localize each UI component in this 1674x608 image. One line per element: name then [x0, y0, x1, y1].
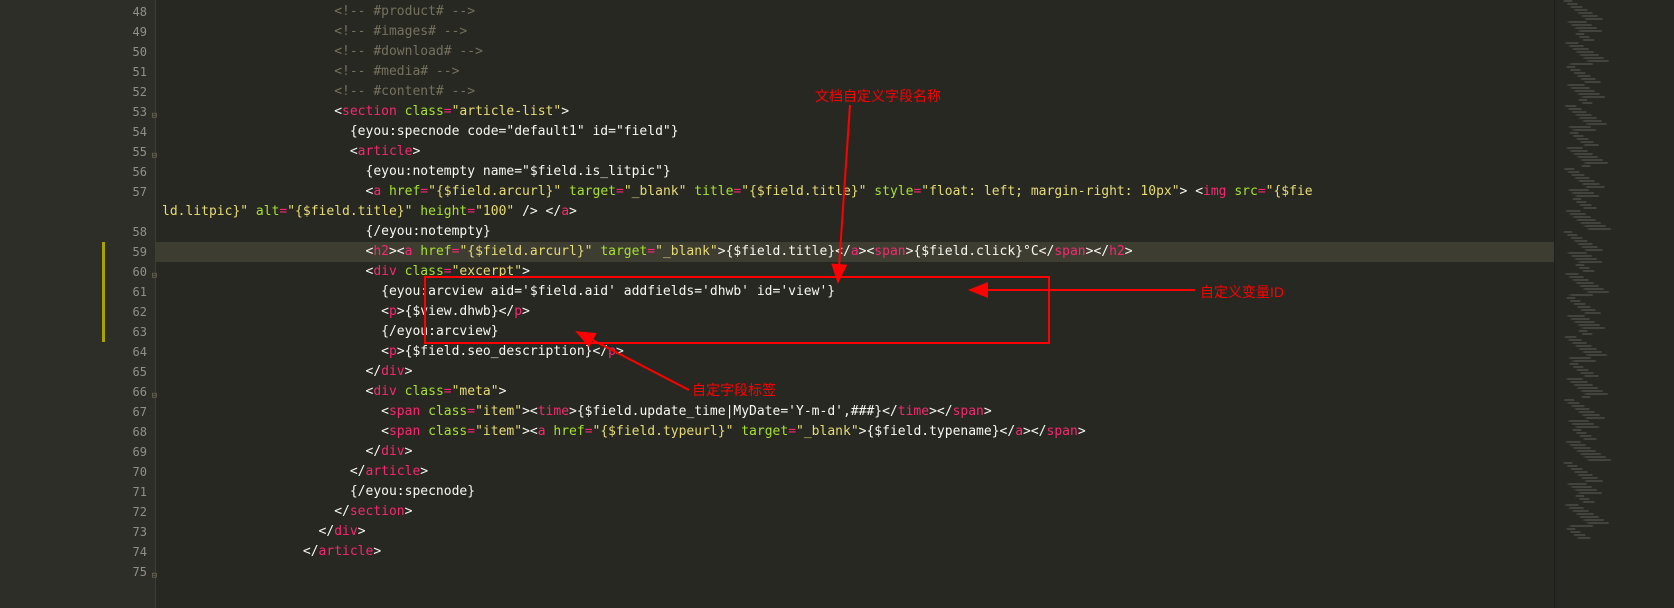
code-line[interactable]: </div>	[156, 522, 1554, 542]
change-marker	[102, 282, 105, 302]
code-line[interactable]: </div>	[156, 442, 1554, 462]
code-line[interactable]: <section class="article-list">	[156, 102, 1554, 122]
line-number[interactable]: 70	[108, 462, 155, 482]
line-number[interactable]: 54	[108, 122, 155, 142]
code-line[interactable]	[156, 562, 1554, 582]
line-number[interactable]: 68	[108, 422, 155, 442]
line-number[interactable]: 48	[108, 2, 155, 22]
code-line[interactable]: {eyou:notempty name="$field.is_litpic"}	[156, 162, 1554, 182]
line-number[interactable]: 71	[108, 482, 155, 502]
minimap[interactable]	[1554, 0, 1674, 608]
line-number[interactable]: 62	[108, 302, 155, 322]
code-line[interactable]: <span class="item"><time>{$field.update_…	[156, 402, 1554, 422]
line-number[interactable]: 51	[108, 62, 155, 82]
code-line[interactable]: </div>	[156, 362, 1554, 382]
change-marker	[102, 262, 105, 282]
line-number[interactable]: 49	[108, 22, 155, 42]
code-line[interactable]: <!-- #product# -->	[156, 2, 1554, 22]
change-marker	[102, 322, 105, 342]
code-line[interactable]: <!-- #download# -->	[156, 42, 1554, 62]
code-line[interactable]: {/eyou:specnode}	[156, 482, 1554, 502]
line-number[interactable]: 52	[108, 82, 155, 102]
line-number[interactable]: 67	[108, 402, 155, 422]
line-number-gutter[interactable]: 484950515253⊟5455⊟5657585960⊟61626364656…	[108, 0, 156, 608]
line-number[interactable]: 64	[108, 342, 155, 362]
line-number[interactable]: 75⊟	[108, 562, 155, 582]
line-number[interactable]: 66⊟	[108, 382, 155, 402]
code-line[interactable]: ld.litpic}" alt="{$field.title}" height=…	[156, 202, 1554, 222]
code-line[interactable]: {/eyou:notempty}	[156, 222, 1554, 242]
code-line[interactable]: <p>{$view.dhwb}</p>	[156, 302, 1554, 322]
code-line[interactable]: {eyou:arcview aid='$field.aid' addfields…	[156, 282, 1554, 302]
line-number[interactable]	[108, 202, 155, 222]
change-marker	[102, 242, 105, 262]
code-line[interactable]: </article>	[156, 462, 1554, 482]
left-margin	[0, 0, 108, 608]
code-line[interactable]: <article>	[156, 142, 1554, 162]
code-line[interactable]: </article>	[156, 542, 1554, 562]
line-number[interactable]: 55⊟	[108, 142, 155, 162]
code-line[interactable]: {/eyou:arcview}	[156, 322, 1554, 342]
line-number[interactable]: 57	[108, 182, 155, 202]
code-line[interactable]: <!-- #media# -->	[156, 62, 1554, 82]
code-line[interactable]: <!-- #content# -->	[156, 82, 1554, 102]
code-line[interactable]: <p>{$field.seo_description}</p>	[156, 342, 1554, 362]
code-line[interactable]: <a href="{$field.arcurl}" target="_blank…	[156, 182, 1554, 202]
line-number[interactable]: 69	[108, 442, 155, 462]
code-area[interactable]: <!-- #product# --> <!-- #images# --> <!-…	[156, 0, 1554, 608]
line-number[interactable]: 61	[108, 282, 155, 302]
code-line[interactable]: </section>	[156, 502, 1554, 522]
line-number[interactable]: 50	[108, 42, 155, 62]
code-editor: 484950515253⊟5455⊟5657585960⊟61626364656…	[0, 0, 1674, 608]
code-line[interactable]: <div class="excerpt">	[156, 262, 1554, 282]
line-number[interactable]: 74	[108, 542, 155, 562]
code-line[interactable]: <h2><a href="{$field.arcurl}" target="_b…	[156, 242, 1554, 262]
line-number[interactable]: 56	[108, 162, 155, 182]
line-number[interactable]: 59	[108, 242, 155, 262]
code-line[interactable]: <!-- #images# -->	[156, 22, 1554, 42]
code-line[interactable]: {eyou:specnode code="default1" id="field…	[156, 122, 1554, 142]
line-number[interactable]: 72	[108, 502, 155, 522]
change-marker	[102, 302, 105, 322]
line-number[interactable]: 58	[108, 222, 155, 242]
code-line[interactable]: <div class="meta">	[156, 382, 1554, 402]
code-line[interactable]: <span class="item"><a href="{$field.type…	[156, 422, 1554, 442]
line-number[interactable]: 60⊟	[108, 262, 155, 282]
line-number[interactable]: 63	[108, 322, 155, 342]
line-number[interactable]: 65	[108, 362, 155, 382]
line-number[interactable]: 53⊟	[108, 102, 155, 122]
line-number[interactable]: 73	[108, 522, 155, 542]
